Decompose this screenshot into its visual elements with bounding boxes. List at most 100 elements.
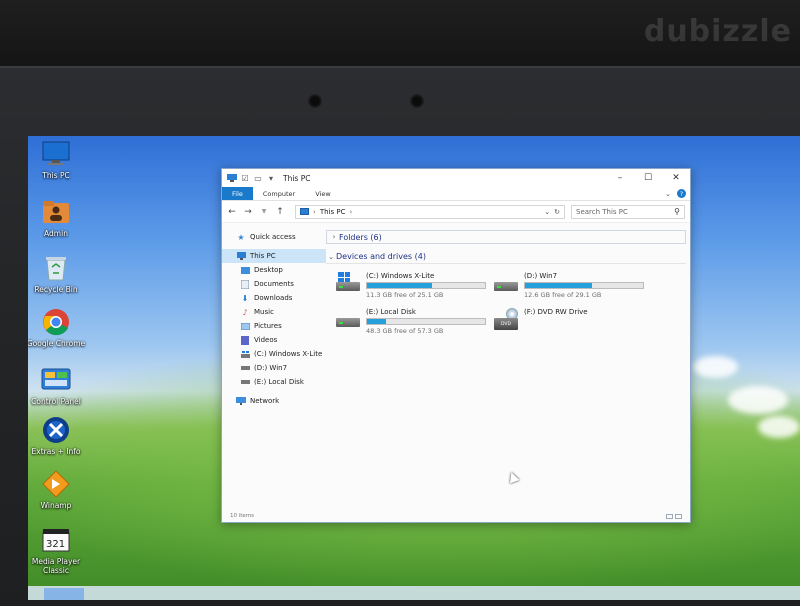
quick-access-dropdown-icon[interactable]: ▾: [266, 174, 276, 183]
expand-ribbon-icon[interactable]: ⌄: [665, 190, 671, 198]
drive-item-e[interactable]: (E:) Local Disk 48.3 GB free of 57.3 GB: [336, 308, 486, 336]
star-icon: ★: [237, 232, 245, 242]
media-player-icon: 321: [41, 526, 71, 554]
tab-computer[interactable]: Computer: [253, 187, 305, 200]
drive-free-space: 11.3 GB free of 25.1 GB: [366, 291, 444, 299]
svg-text:321: 321: [46, 539, 65, 550]
desktop-icon-label: Media Player Classic: [31, 557, 81, 575]
address-dropdown-icon[interactable]: ⌄: [544, 208, 550, 216]
music-icon: ♪: [242, 307, 248, 317]
network-icon: [236, 397, 246, 406]
recycle-bin-icon: [41, 254, 71, 282]
this-pc-icon: [227, 174, 237, 183]
explorer-window[interactable]: ☑ ▭ ▾ This PC – ☐ ✕ File Computer View ⌄…: [221, 168, 691, 523]
taskbar: [28, 586, 800, 600]
nav-drive-e[interactable]: (E:) Local Disk: [222, 375, 326, 389]
desktop-icon-admin[interactable]: Admin: [28, 198, 88, 238]
desktop-icon-label: Control Panel: [31, 397, 81, 406]
dvd-drive-icon: DVD: [494, 308, 518, 330]
hard-drive-icon: [240, 378, 250, 387]
desktop-icon-chrome[interactable]: Google Chrome: [28, 308, 88, 348]
nav-label: (E:) Local Disk: [254, 378, 304, 386]
nav-downloads[interactable]: ⬇ Downloads: [222, 291, 326, 305]
nav-documents[interactable]: Documents: [222, 277, 326, 291]
ribbon-tabs: File Computer View ⌄ ?: [222, 187, 690, 201]
nav-quick-access[interactable]: ★ Quick access: [222, 230, 326, 244]
nav-label: (D:) Win7: [254, 364, 288, 372]
dvd-label: DVD: [494, 318, 518, 330]
desktop-icon-this-pc[interactable]: This PC: [28, 140, 88, 180]
chevron-down-icon: ⌄: [328, 252, 334, 261]
nav-this-pc[interactable]: This PC: [222, 249, 326, 263]
desktop-icon-recycle-bin[interactable]: Recycle Bin: [28, 254, 88, 294]
hard-drive-icon: [494, 272, 518, 294]
window-title: This PC: [283, 173, 311, 183]
drive-item-d[interactable]: (D:) Win7 12.6 GB free of 29.1 GB: [494, 272, 644, 300]
drive-usage-fill: [367, 283, 432, 288]
nav-drive-d[interactable]: (D:) Win7: [222, 361, 326, 375]
properties-icon[interactable]: ☑: [240, 174, 250, 183]
large-icons-view-icon[interactable]: [675, 513, 682, 519]
help-icon[interactable]: ?: [677, 189, 686, 198]
new-folder-icon[interactable]: ▭: [253, 174, 263, 183]
minimize-button[interactable]: –: [606, 169, 634, 187]
nav-drive-c[interactable]: (C:) Windows X-Lite: [222, 347, 326, 361]
tab-view[interactable]: View: [305, 187, 340, 200]
drive-usage-bar: [366, 282, 486, 289]
refresh-icon[interactable]: ↻: [554, 208, 560, 216]
windows-drive-icon: [336, 272, 360, 294]
chrome-icon: [41, 308, 71, 336]
breadcrumb-this-pc[interactable]: This PC: [320, 208, 346, 216]
close-button[interactable]: ✕: [662, 169, 690, 187]
pictures-icon: [240, 322, 250, 331]
search-placeholder: Search This PC: [576, 207, 628, 216]
drive-free-space: 48.3 GB free of 57.3 GB: [366, 327, 444, 335]
forward-arrow-icon[interactable]: →: [243, 207, 253, 217]
nav-network[interactable]: Network: [222, 394, 326, 408]
cloud: [758, 416, 800, 438]
videos-icon: [240, 335, 250, 345]
address-bar[interactable]: › This PC › ⌄ ↻: [295, 204, 565, 219]
nav-pictures[interactable]: Pictures: [222, 319, 326, 333]
devices-group-header[interactable]: ⌄ Devices and drives (4): [326, 250, 686, 264]
desktop-icon-winamp[interactable]: Winamp: [28, 470, 88, 510]
search-box[interactable]: Search This PC ⚲: [571, 204, 685, 219]
desktop-icon-extras[interactable]: Extras + Info: [28, 416, 88, 456]
drive-usage-fill: [525, 283, 593, 288]
desktop-icon-label: Recycle Bin: [34, 285, 78, 294]
up-arrow-icon[interactable]: ↑: [275, 207, 285, 217]
nav-music[interactable]: ♪ Music: [222, 305, 326, 319]
back-arrow-icon[interactable]: ←: [227, 207, 237, 217]
monitor-icon: [236, 252, 246, 261]
drive-name: (C:) Windows X-Lite: [366, 272, 435, 280]
cloud: [693, 356, 738, 378]
recent-locations-icon[interactable]: ▼: [259, 208, 269, 215]
search-icon[interactable]: ⚲: [674, 207, 680, 216]
folders-group-header[interactable]: › Folders (6): [326, 230, 686, 244]
details-view-icon[interactable]: [666, 513, 673, 519]
monitor-icon: [41, 140, 71, 168]
item-count: 10 items: [230, 513, 255, 519]
nav-label: Pictures: [254, 322, 282, 330]
nav-label: Desktop: [254, 266, 283, 274]
this-pc-icon: [300, 208, 309, 215]
windows-drive-icon: [240, 350, 250, 359]
documents-icon: [240, 279, 250, 289]
user-folder-icon: [41, 198, 71, 226]
maximize-button[interactable]: ☐: [634, 169, 662, 187]
drive-item-c[interactable]: (C:) Windows X-Lite 11.3 GB free of 25.1…: [336, 272, 486, 300]
start-button[interactable]: [44, 588, 84, 600]
desktop-icon-label: Admin: [44, 229, 68, 238]
desktop-icon-media-player[interactable]: 321 Media Player Classic: [28, 526, 88, 575]
desktop-icon-control-panel[interactable]: Control Panel: [28, 366, 88, 406]
cloud: [728, 386, 788, 414]
desktop-folder-icon: [240, 266, 250, 275]
drive-usage-bar: [366, 318, 486, 325]
drive-usage-bar: [524, 282, 644, 289]
drive-item-f[interactable]: DVD (F:) DVD RW Drive: [494, 308, 644, 336]
title-bar[interactable]: ☑ ▭ ▾ This PC – ☐ ✕: [222, 169, 690, 187]
nav-desktop[interactable]: Desktop: [222, 263, 326, 277]
nav-videos[interactable]: Videos: [222, 333, 326, 347]
tab-file[interactable]: File: [222, 187, 253, 200]
breadcrumb-separator-icon: ›: [349, 207, 353, 216]
